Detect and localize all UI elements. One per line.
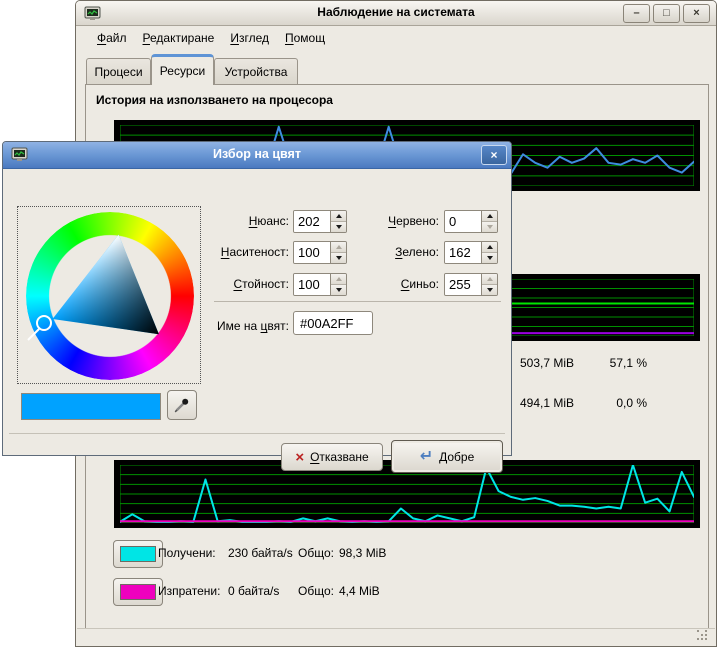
eyedropper-button[interactable] bbox=[167, 390, 197, 420]
hue-input[interactable] bbox=[294, 211, 330, 232]
fields-separator bbox=[214, 301, 501, 302]
memory-percent-value: 57,1 % bbox=[610, 356, 647, 370]
sent-color-swatch bbox=[120, 584, 156, 600]
hue-label: Нюанс: bbox=[123, 214, 289, 228]
green-spin-up[interactable] bbox=[482, 242, 497, 252]
sent-legend-row: Изпратени: 0 байта/s Общо: 4,4 MiB bbox=[158, 584, 380, 598]
value-input[interactable] bbox=[294, 274, 330, 295]
blue-label: Синьо: bbox=[333, 277, 439, 291]
sent-rate: 0 байта/s bbox=[228, 584, 298, 598]
swap-size-value: 494,1 MiB bbox=[520, 396, 574, 410]
value-label: Стойност: bbox=[123, 277, 289, 291]
maximize-button[interactable]: □ bbox=[653, 4, 680, 23]
tab-devices[interactable]: Устройства bbox=[214, 58, 298, 85]
sent-color-button[interactable] bbox=[113, 578, 163, 606]
menu-help[interactable]: Помощ bbox=[277, 28, 333, 48]
sent-label: Изпратени: bbox=[158, 584, 228, 598]
red-input[interactable] bbox=[445, 211, 481, 232]
menu-file[interactable]: Файл bbox=[89, 28, 135, 48]
resize-grip[interactable] bbox=[697, 630, 709, 642]
memory-usage-row: 503,7 MiB 57,1 % bbox=[520, 356, 647, 370]
hue-marker[interactable] bbox=[26, 212, 194, 380]
blue-spinner[interactable] bbox=[444, 273, 498, 296]
tab-processes[interactable]: Процеси bbox=[86, 58, 151, 85]
received-color-swatch bbox=[120, 546, 156, 562]
action-area-separator bbox=[9, 433, 505, 434]
dialog-close-button[interactable]: × bbox=[481, 145, 507, 165]
red-spin-up[interactable] bbox=[482, 211, 497, 221]
cpu-history-heading: История на използването на процесора bbox=[96, 93, 333, 107]
blue-input[interactable] bbox=[445, 274, 481, 295]
color-picker-dialog: Избор на цвят × bbox=[2, 141, 512, 456]
red-spin-down bbox=[482, 221, 497, 232]
swap-usage-row: 494,1 MiB 0,0 % bbox=[520, 396, 647, 410]
dialog-close-icon: × bbox=[490, 149, 497, 161]
saturation-input[interactable] bbox=[294, 242, 330, 263]
green-spinner[interactable] bbox=[444, 241, 498, 264]
main-window-titlebar[interactable]: Наблюдение на системата – □ × bbox=[76, 1, 716, 26]
received-legend-row: Получени: 230 байта/s Общо: 98,3 MiB bbox=[158, 546, 386, 560]
ok-icon: ↵ bbox=[420, 449, 433, 465]
menubar: Файл Редактиране Изглед Помощ bbox=[76, 27, 333, 49]
minimize-icon: – bbox=[633, 8, 639, 19]
close-button[interactable]: × bbox=[683, 4, 710, 23]
green-spin-down[interactable] bbox=[482, 252, 497, 263]
dialog-titlebar[interactable]: Избор на цвят × bbox=[3, 142, 511, 169]
received-color-button[interactable] bbox=[113, 540, 163, 568]
statusbar bbox=[77, 628, 715, 645]
close-icon: × bbox=[693, 8, 699, 19]
color-name-input[interactable] bbox=[293, 311, 373, 335]
swap-percent-value: 0,0 % bbox=[616, 396, 647, 410]
window-title: Наблюдение на системата bbox=[76, 5, 716, 19]
received-label: Получени: bbox=[158, 546, 228, 560]
blue-spin-down[interactable] bbox=[482, 284, 497, 295]
maximize-icon: □ bbox=[663, 8, 670, 19]
menu-edit[interactable]: Редактиране bbox=[135, 28, 223, 48]
color-name-label: Име на цвят: bbox=[123, 319, 289, 333]
blue-spin-up bbox=[482, 274, 497, 284]
sent-total: 4,4 MiB bbox=[339, 584, 380, 598]
dialog-body: Нюанс: Червено: Наситеност: Зелено: Стой… bbox=[3, 169, 511, 455]
hue-saturation-wheel[interactable] bbox=[26, 212, 194, 380]
minimize-button[interactable]: – bbox=[623, 4, 650, 23]
current-color-preview bbox=[21, 393, 161, 420]
received-total: 98,3 MiB bbox=[339, 546, 386, 560]
menu-view[interactable]: Изглед bbox=[222, 28, 277, 48]
cancel-icon: × bbox=[295, 450, 304, 465]
green-input[interactable] bbox=[445, 242, 481, 263]
cancel-button[interactable]: × Отказване bbox=[281, 443, 383, 471]
eyedropper-icon bbox=[173, 396, 191, 414]
red-label: Червено: bbox=[333, 214, 439, 228]
network-chart-plot bbox=[120, 465, 694, 523]
red-spinner[interactable] bbox=[444, 210, 498, 233]
green-label: Зелено: bbox=[333, 245, 439, 259]
ok-button[interactable]: ↵ Добре bbox=[391, 440, 503, 473]
tab-resources[interactable]: Ресурси bbox=[151, 54, 214, 85]
dialog-title: Избор на цвят bbox=[3, 147, 511, 161]
saturation-label: Наситеност: bbox=[123, 245, 289, 259]
memory-size-value: 503,7 MiB bbox=[520, 356, 574, 370]
received-rate: 230 байта/s bbox=[228, 546, 298, 560]
sent-total-label: Общо: bbox=[298, 584, 339, 598]
received-total-label: Общо: bbox=[298, 546, 339, 560]
